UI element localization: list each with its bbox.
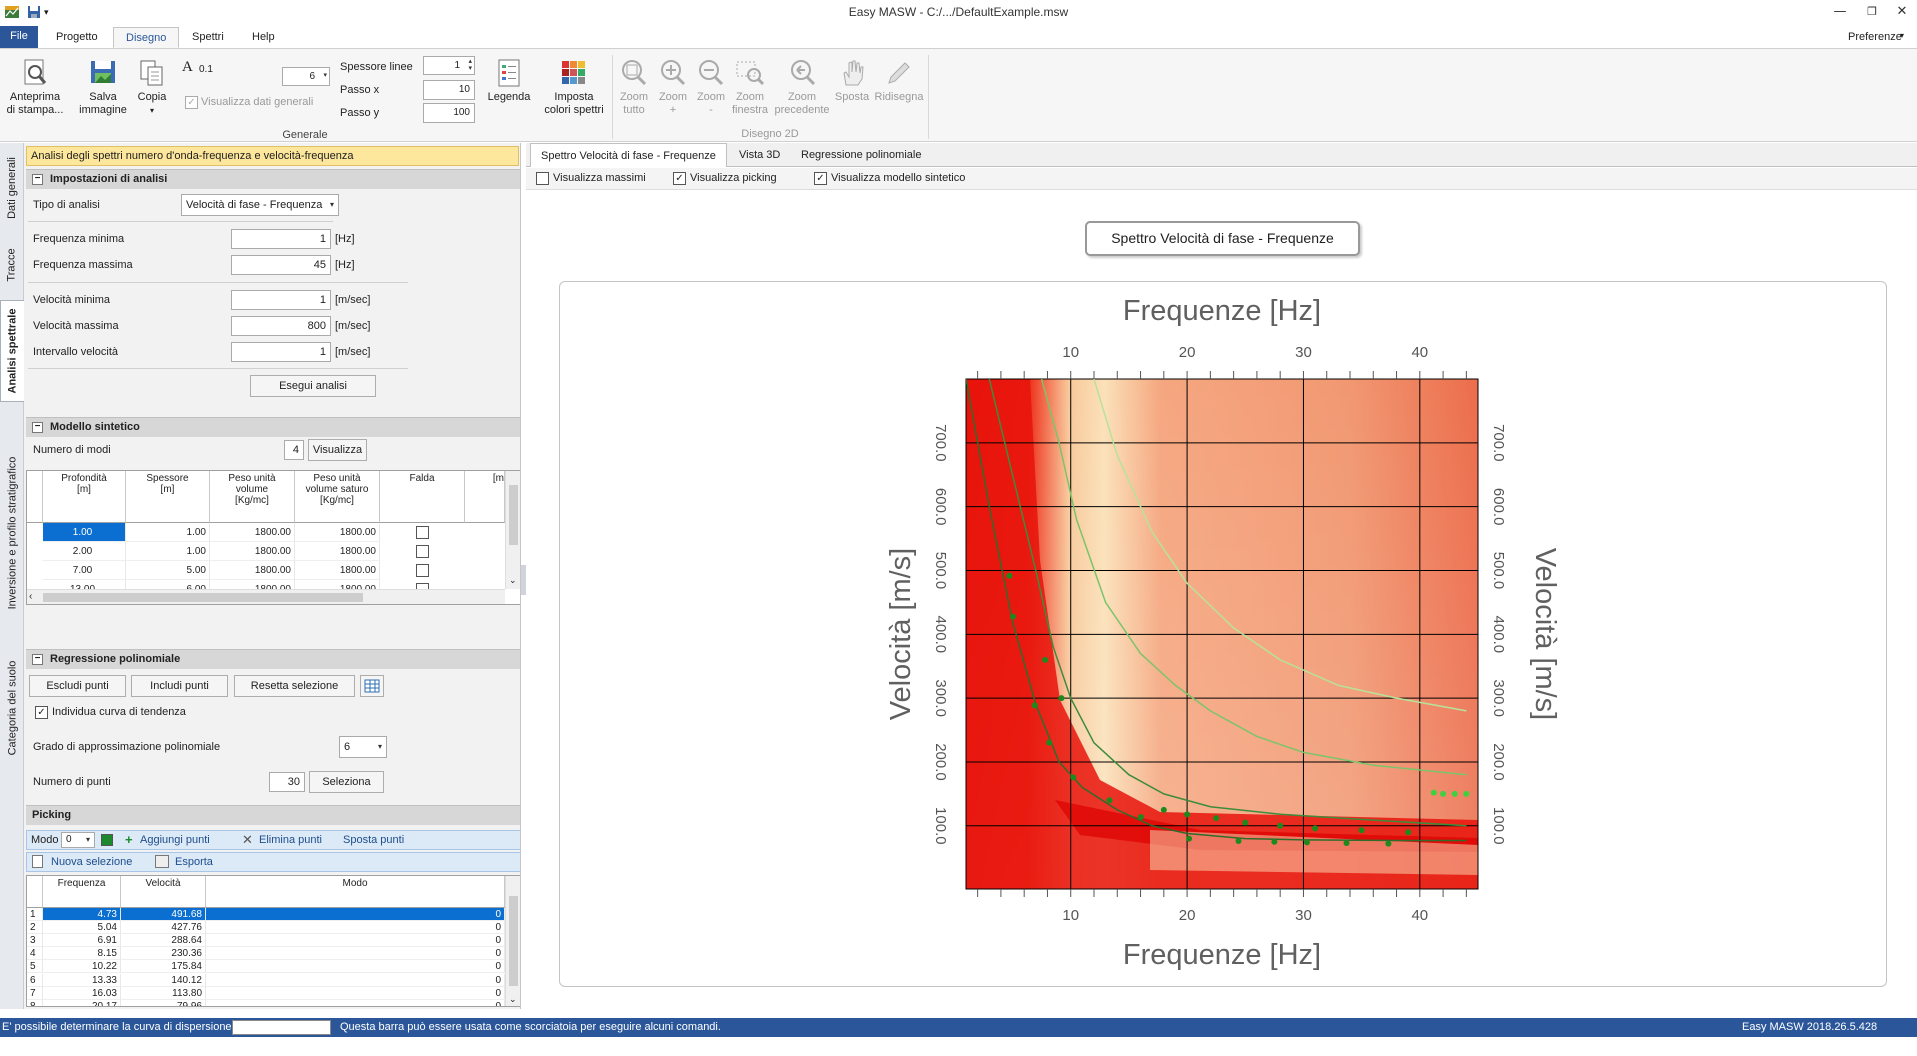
picked-point xyxy=(1160,806,1167,813)
status-middle: Questa barra può essere usata come scorc… xyxy=(340,1021,721,1033)
x-tick-label-bottom: 20 xyxy=(1179,907,1196,924)
picked-point xyxy=(1303,839,1310,846)
y-tick-label-left: 200.0 xyxy=(932,743,949,781)
picked-point xyxy=(1242,819,1249,826)
picked-point xyxy=(1271,838,1278,845)
x-tick-label-top: 30 xyxy=(1295,344,1312,361)
picked-point xyxy=(1343,840,1350,847)
picked-point xyxy=(1137,814,1144,820)
picked-point xyxy=(1010,613,1017,620)
picked-point xyxy=(1046,739,1053,746)
y-tick-label-right: 100.0 xyxy=(1490,807,1507,845)
x-tick-label-bottom: 30 xyxy=(1295,907,1312,924)
picked-point xyxy=(1440,790,1447,797)
x-tick-label-top: 10 xyxy=(1062,344,1079,361)
picked-point xyxy=(1213,815,1220,822)
picked-point xyxy=(1277,822,1284,829)
x-axis-title-top: Frequenze [Hz] xyxy=(1123,295,1321,327)
y-tick-label-right: 200.0 xyxy=(1490,743,1507,781)
x-tick-label-bottom: 10 xyxy=(1062,907,1079,924)
y-tick-label-right: 700.0 xyxy=(1490,424,1507,462)
y-tick-label-right: 300.0 xyxy=(1490,679,1507,717)
y-tick-label-left: 700.0 xyxy=(932,424,949,462)
picked-point xyxy=(1451,790,1458,797)
y-axis-title-left: Velocità [m/s] xyxy=(885,548,917,720)
picked-point xyxy=(1405,829,1412,836)
y-tick-label-right: 600.0 xyxy=(1490,488,1507,526)
picked-point xyxy=(1042,656,1049,663)
picked-point xyxy=(1358,827,1365,834)
x-axis-title-bottom: Frequenze [Hz] xyxy=(1123,939,1321,971)
y-tick-label-left: 100.0 xyxy=(932,807,949,845)
picked-point xyxy=(1186,835,1193,842)
x-tick-label-top: 40 xyxy=(1411,344,1428,361)
picked-point xyxy=(1031,702,1038,709)
picked-point xyxy=(1235,838,1242,844)
y-axis-title-right: Velocità [m/s] xyxy=(1529,548,1561,720)
picked-point xyxy=(1184,811,1191,818)
y-tick-label-left: 500.0 xyxy=(932,552,949,590)
status-bar: E' possibile determinare la curva di dis… xyxy=(0,1018,1917,1052)
picked-point xyxy=(1385,840,1392,847)
x-tick-label-top: 20 xyxy=(1179,344,1196,361)
y-tick-label-left: 300.0 xyxy=(932,679,949,717)
picked-point xyxy=(1006,572,1013,579)
y-tick-label-right: 500.0 xyxy=(1490,552,1507,590)
picked-point xyxy=(1106,797,1113,804)
status-version: Easy MASW 2018.26.5.428 (TRIAL) xyxy=(1742,1021,1878,1052)
y-tick-label-left: 600.0 xyxy=(932,488,949,526)
y-tick-label-right: 400.0 xyxy=(1490,616,1507,654)
x-tick-label-bottom: 40 xyxy=(1411,907,1428,924)
picked-point xyxy=(1058,695,1065,702)
picked-point xyxy=(1430,789,1437,796)
command-input[interactable] xyxy=(232,1020,331,1035)
y-tick-label-left: 400.0 xyxy=(932,616,949,654)
picked-point xyxy=(1070,774,1077,781)
picked-point xyxy=(1312,825,1319,832)
status-left: E' possibile determinare la curva di dis… xyxy=(2,1021,235,1033)
picked-point xyxy=(1463,790,1470,797)
dispersion-chart[interactable]: 10 10 20 20 30 30 40 40 100.0 100.0 200.0 200.0 300.… xyxy=(0,0,1917,1037)
